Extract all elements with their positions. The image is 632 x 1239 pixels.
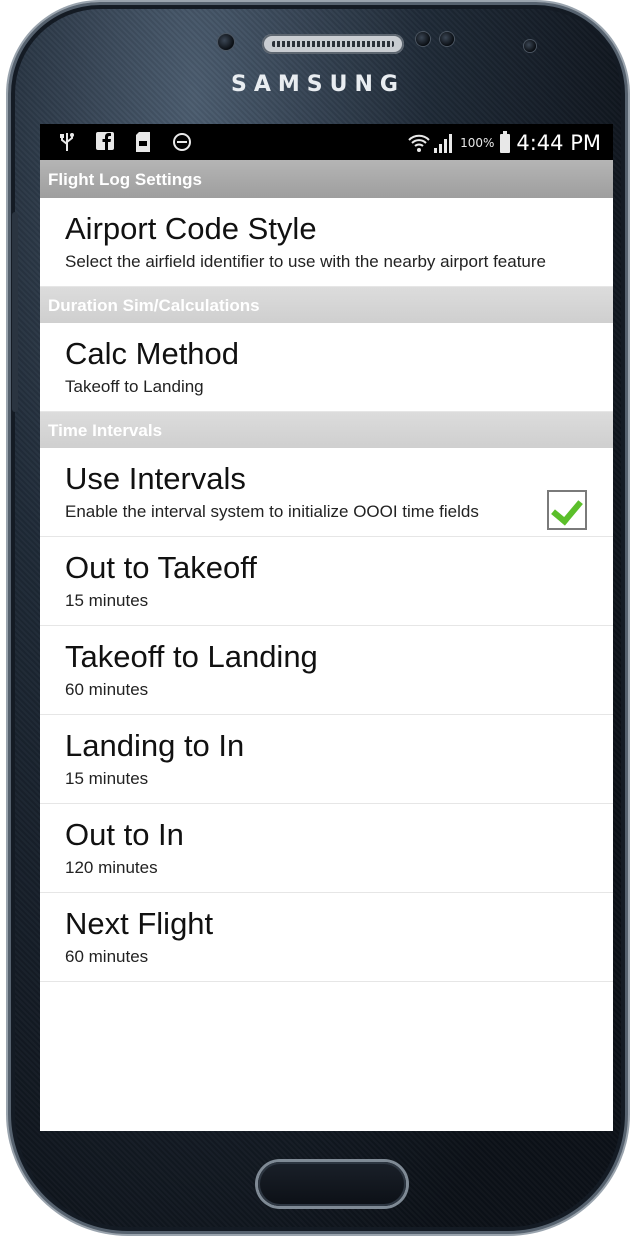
usb-icon	[58, 132, 76, 152]
cell-signal-icon	[432, 133, 454, 153]
pref-summary: 120 minutes	[65, 858, 158, 877]
battery-percent: 100%	[460, 136, 495, 150]
pref-airport-code-style[interactable]: Airport Code Style Select the airfield i…	[40, 198, 613, 287]
pref-title: Calc Method	[65, 336, 240, 371]
pref-title: Next Flight	[65, 906, 214, 941]
brand-logo: SAMSUNG	[231, 72, 405, 97]
light-sensor	[440, 32, 454, 46]
pref-takeoff-to-landing[interactable]: Takeoff to Landing 60 minutes	[40, 626, 613, 715]
proximity-sensor	[416, 32, 430, 46]
pref-landing-to-in[interactable]: Landing to In 15 minutes	[40, 715, 613, 804]
battery-icon	[500, 130, 511, 153]
pref-summary: 15 minutes	[65, 769, 149, 788]
section-header-duration: Duration Sim/Calculations	[40, 287, 613, 323]
section-header-flight-log-settings: Flight Log Settings	[40, 160, 613, 198]
facebook-icon	[96, 132, 114, 152]
pref-out-to-in[interactable]: Out to In 120 minutes	[40, 804, 613, 893]
pref-title: Takeoff to Landing	[65, 639, 318, 674]
pref-summary: Takeoff to Landing	[65, 377, 204, 396]
pref-calc-method[interactable]: Calc Method Takeoff to Landing	[40, 323, 613, 412]
earpiece-speaker	[262, 34, 404, 54]
clock: 4:44 PM	[516, 131, 601, 155]
do-not-disturb-icon	[172, 132, 191, 152]
pref-summary: 60 minutes	[65, 680, 149, 699]
pref-title: Out to In	[65, 817, 184, 852]
section-header-time-intervals: Time Intervals	[40, 412, 613, 448]
wifi-icon	[408, 133, 430, 153]
pref-out-to-takeoff[interactable]: Out to Takeoff 15 minutes	[40, 537, 613, 626]
pref-summary: 60 minutes	[65, 947, 149, 966]
use-intervals-checkbox[interactable]	[547, 490, 587, 530]
screen: 100% 4:44 PM Flight Log Settings Airport…	[40, 124, 613, 1131]
pref-title: Use Intervals	[65, 461, 246, 496]
pref-title: Out to Takeoff	[65, 550, 257, 585]
checkmark-icon	[551, 492, 583, 526]
volume-button	[12, 212, 18, 412]
pref-summary: Select the airfield identifier to use wi…	[65, 252, 546, 271]
pref-summary: Enable the interval system to initialize…	[65, 502, 479, 521]
front-camera	[524, 40, 536, 52]
front-sensor	[218, 34, 234, 50]
home-button[interactable]	[258, 1162, 406, 1206]
sd-card-icon	[134, 132, 152, 152]
pref-summary: 15 minutes	[65, 591, 149, 610]
pref-next-flight[interactable]: Next Flight 60 minutes	[40, 893, 613, 982]
pref-title: Airport Code Style	[65, 211, 317, 246]
status-bar: 100% 4:44 PM	[40, 124, 613, 160]
pref-title: Landing to In	[65, 728, 245, 763]
pref-use-intervals[interactable]: Use Intervals Enable the interval system…	[40, 448, 613, 537]
